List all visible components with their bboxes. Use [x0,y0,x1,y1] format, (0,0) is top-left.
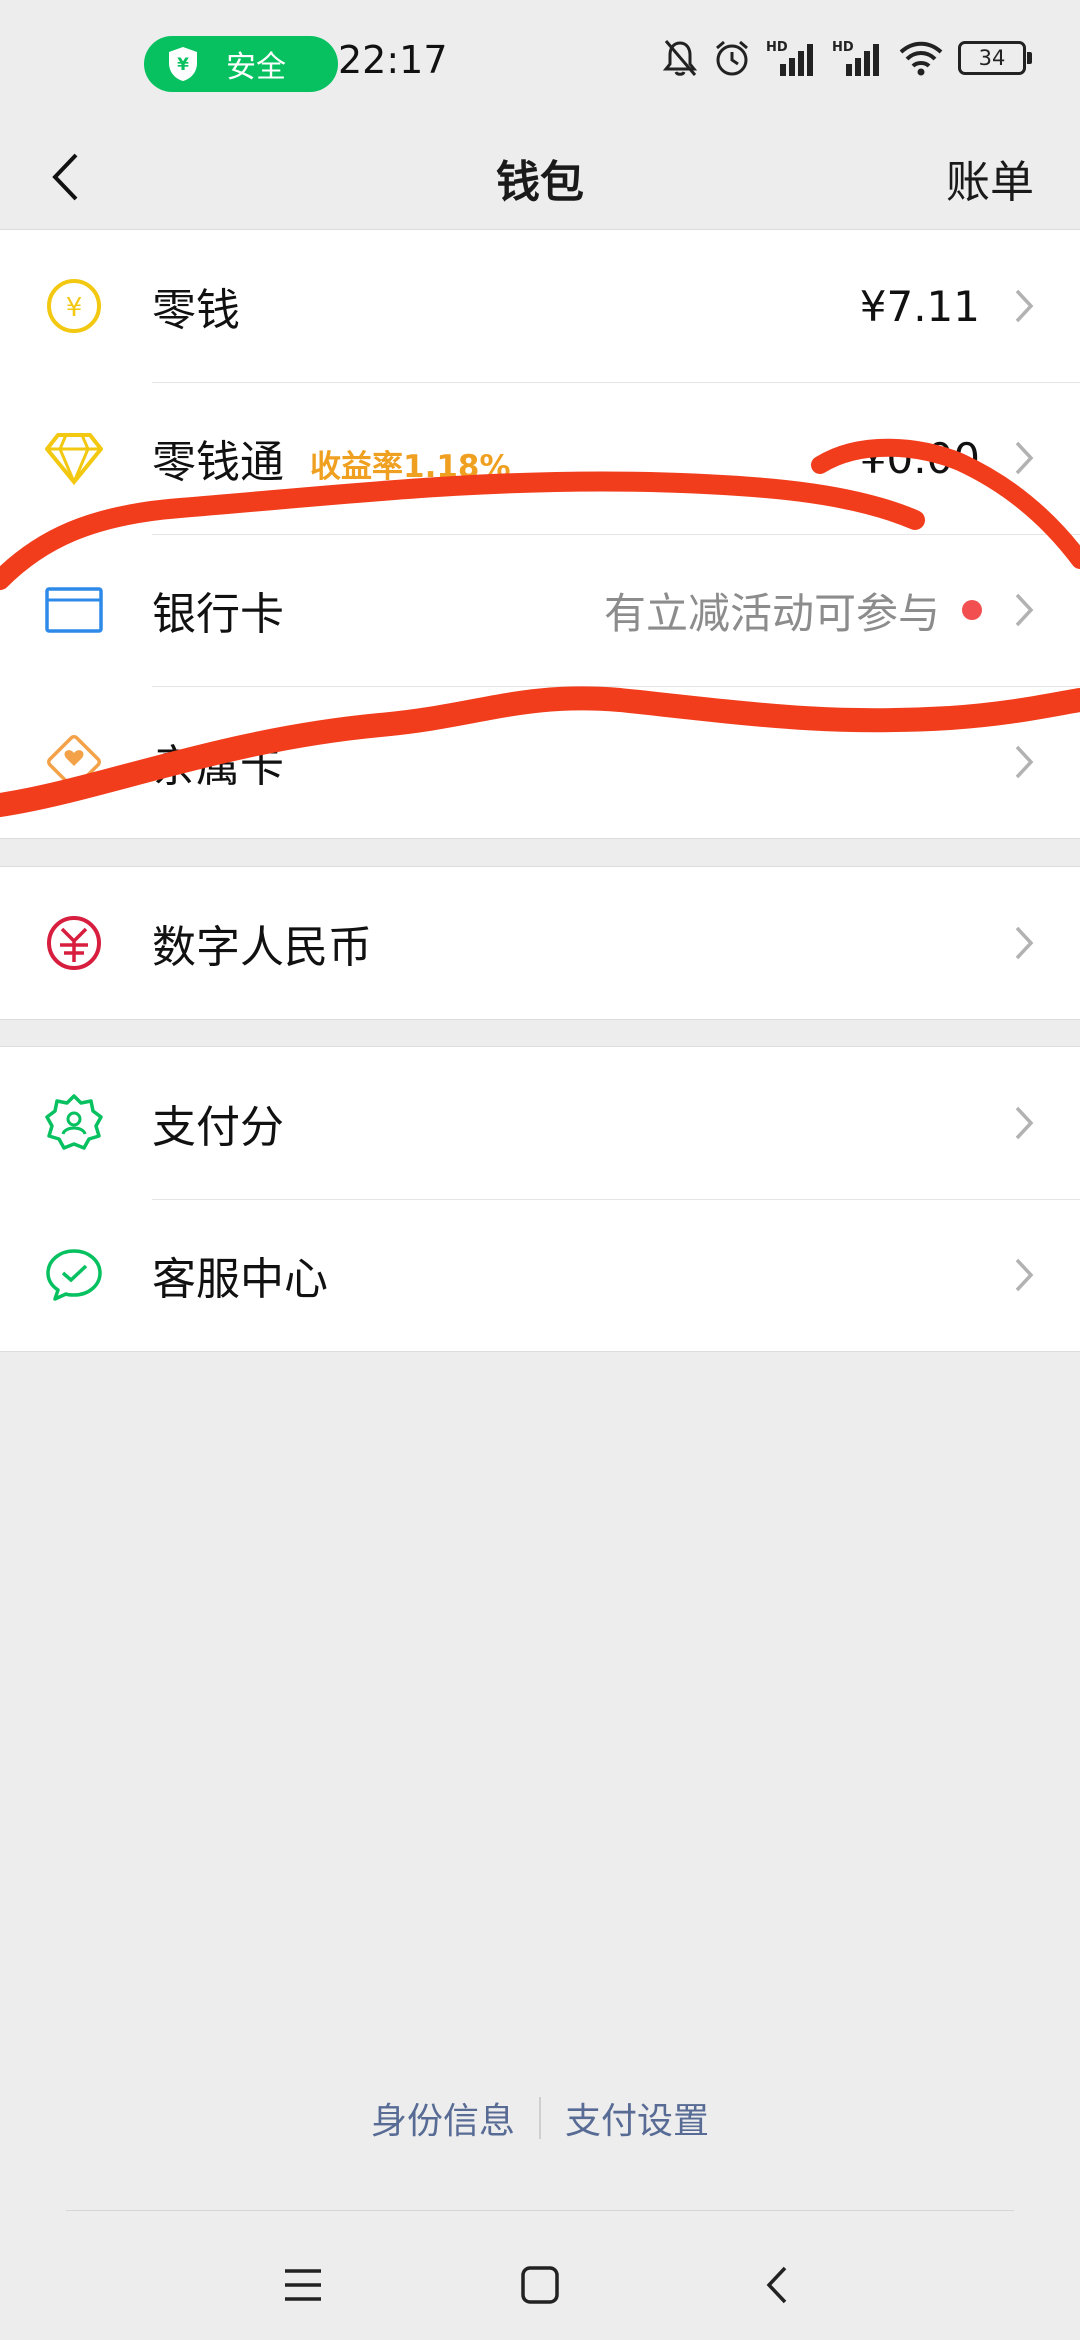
system-nav-bar [0,2230,1080,2340]
footer-links: 身份信息 支付设置 [0,2092,1080,2144]
row-label: 亲属卡 [152,741,284,792]
nav-bar: 钱包 账单 [0,120,1080,230]
row-bank-card[interactable]: 银行卡 有立减活动可参与 [0,534,1080,686]
chevron-right-icon [1015,1106,1034,1140]
bill-button[interactable]: 账单 [946,146,1034,210]
row-family-card[interactable]: 亲属卡 [0,686,1080,838]
chevron-right-icon [1015,926,1034,960]
home-button[interactable] [505,2250,575,2320]
row-label: 支付分 [152,1102,284,1153]
row-label: 零钱 [152,285,240,336]
row-lingqiantong[interactable]: 零钱通 收益率1.18% ¥0.00 [0,382,1080,534]
pay-settings-link[interactable]: 支付设置 [565,2092,709,2144]
system-back-button[interactable] [742,2250,812,2320]
row-label: 数字人民币 [152,922,372,973]
svg-text:¥: ¥ [66,293,83,323]
safety-label: 安全 [226,50,286,85]
wallet-group-1: ¥ 零钱 ¥7.11 零钱通 收益率1.18% ¥0.00 银行卡 有立减活动可参… [0,229,1080,839]
diamond-icon [44,428,104,488]
balance-value: ¥7.11 [859,281,980,331]
clock: 22:17 [338,38,448,82]
row-customer-service[interactable]: 客服中心 [0,1199,1080,1351]
promo-hint: 有立减活动可参与 [603,588,940,638]
yield-rate-tag: 收益率1.18% [310,449,511,485]
row-pay-score[interactable]: 支付分 [0,1047,1080,1199]
row-label: 零钱通 收益率1.18% [152,426,511,490]
identity-info-link[interactable]: 身份信息 [371,2092,515,2144]
customer-service-icon [44,1245,104,1305]
muted-bell-icon [662,40,698,76]
chevron-right-icon [1015,593,1034,627]
row-label-text: 零钱通 [152,437,284,488]
row-balance[interactable]: ¥ 零钱 ¥7.11 [0,230,1080,382]
status-icons: HD HD 34 [662,38,1032,78]
row-digital-rmb[interactable]: 数字人民币 [0,867,1080,1019]
page-title: 钱包 [496,157,584,208]
svg-text:HD: HD [766,40,788,55]
battery-indicator: 34 [958,41,1032,75]
yen-coin-icon: ¥ [44,276,104,336]
wallet-group-2: 数字人民币 [0,866,1080,1020]
signal-hd-icon: HD [766,40,813,76]
wifi-icon [899,41,943,76]
pay-score-icon [44,1093,104,1153]
shield-yen-icon: ¥ [169,47,197,81]
chevron-right-icon [1015,289,1034,323]
menu-icon [285,2269,321,2301]
divider [66,2210,1014,2211]
chevron-right-icon [1015,1258,1034,1292]
home-square-icon [521,2266,559,2304]
svg-text:¥: ¥ [177,55,189,75]
link-separator [539,2097,541,2139]
bank-card-icon [44,580,104,640]
status-bar: ¥ 安全 22:17 HD HD 34 [0,0,1080,120]
chevron-right-icon [1015,441,1034,475]
family-card-icon [44,732,104,792]
chevron-left-icon [766,2266,787,2304]
wallet-group-3: 支付分 客服中心 [0,1046,1080,1352]
chevron-right-icon [1015,745,1034,779]
red-dot-badge [962,600,982,620]
lingqiantong-value: ¥0.00 [859,433,980,483]
signal-hd-icon-2: HD [832,40,879,76]
digital-rmb-icon [44,913,104,973]
safety-badge[interactable]: ¥ 安全 [144,36,338,92]
row-label: 银行卡 [152,589,284,640]
menu-button[interactable] [268,2250,338,2320]
svg-text:HD: HD [832,40,854,55]
row-label: 客服中心 [152,1254,328,1305]
alarm-icon [716,40,748,76]
